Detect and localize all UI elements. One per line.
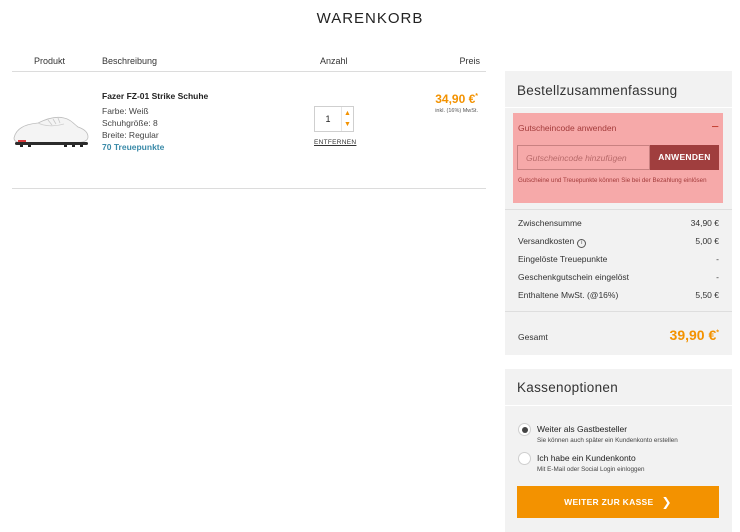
order-summary-panel: Bestellzusammenfassung Gutscheincode anw… [505,71,732,355]
total-value: 39,90 €* [670,327,719,343]
account-login-radio[interactable] [518,452,531,465]
total-amount: 39,90 € [669,327,717,343]
summary-divider [505,209,732,210]
summary-row-shipping: Versandkosten i 5,00 € [518,236,719,248]
cart-header-divider [12,71,486,72]
product-name[interactable]: Fazer FZ-01 Strike Schuhe [102,91,208,101]
coupon-heading[interactable]: Gutscheincode anwenden [518,123,616,133]
proceed-to-checkout-label: WEITER ZUR KASSE [564,497,654,507]
header-quantity: Anzahl [320,56,348,66]
account-login-subtitle: Mit E-Mail oder Social Login einloggen [537,466,645,473]
item-price: 34,90 €* [435,92,478,106]
checkout-options-panel: Kassenoptionen Weiter als Gastbesteller … [505,369,732,532]
product-color: Farbe: Weiß [102,106,149,116]
summary-row-giftcard: Geschenkgutschein eingelöst - [518,272,719,284]
chevron-down-icon[interactable]: ▼ [342,119,353,130]
product-image[interactable] [12,110,90,152]
header-price: Preis [459,56,480,66]
checkout-options-title: Kassenoptionen [517,380,619,395]
summary-row-value: 5,50 € [695,290,719,300]
quantity-value[interactable]: 1 [315,107,341,131]
remove-item-link[interactable]: ENTFERNEN [314,139,356,146]
summary-row-label: Geschenkgutschein eingelöst [518,272,630,282]
apply-coupon-button[interactable]: ANWENDEN [650,145,719,170]
chevron-right-icon: ❯ [661,495,672,509]
summary-row-value: 5,00 € [695,236,719,246]
product-width: Breite: Regular [102,130,159,140]
order-summary-title: Bestellzusammenfassung [517,83,678,98]
proceed-to-checkout-button[interactable]: WEITER ZUR KASSE ❯ [517,486,719,518]
header-product: Produkt [34,56,66,66]
total-label: Gesamt [518,332,548,342]
header-description: Beschreibung [102,56,158,66]
info-icon[interactable]: i [577,239,587,248]
chevron-up-icon[interactable]: ▲ [342,108,353,119]
coupon-section: Gutscheincode anwenden − ANWENDEN Gutsch… [513,113,723,203]
item-price-value: 34,90 € [435,92,476,106]
summary-row-loyalty: Eingelöste Treuepunkte - [518,254,719,266]
item-price-marker: * [475,93,478,100]
summary-row-subtotal: Zwischensumme 34,90 € [518,218,719,230]
product-size: Schuhgröße: 8 [102,118,158,128]
summary-row-vat: Enthaltene MwSt. (@16%) 5,50 € [518,290,719,302]
cart-item-divider [12,188,486,189]
total-marker: * [716,329,719,337]
summary-row-value: 34,90 € [690,218,719,228]
coupon-code-input[interactable] [517,145,650,170]
coupon-note: Gutscheine und Treuepunkte können Sie be… [518,177,707,184]
collapse-minus-icon[interactable]: − [711,119,719,134]
checkout-title-divider [505,405,732,406]
summary-row-label: Zwischensumme [518,218,582,228]
quantity-stepper[interactable]: 1 ▲ ▼ [314,106,354,132]
summary-row-label-wrap: Versandkosten i [518,236,587,248]
order-summary-title-divider [505,107,732,108]
account-login-title[interactable]: Ich habe ein Kundenkonto [537,453,636,463]
summary-row-label: Eingelöste Treuepunkte [518,254,608,264]
guest-checkout-title[interactable]: Weiter als Gastbesteller [537,424,627,434]
item-price-tax-note: inkl. (16%) MwSt. [435,108,478,114]
product-loyalty-points: 70 Treuepunkte [102,142,165,152]
golf-shoe-image [13,116,89,147]
summary-row-value: - [716,272,719,282]
guest-checkout-subtitle: Sie können auch später ein Kundenkonto e… [537,437,678,444]
summary-total-divider [505,311,732,312]
summary-row-value: - [716,254,719,264]
page-title: WARENKORB [316,10,424,27]
summary-row-label: Enthaltene MwSt. (@16%) [518,290,619,300]
cart-header-row: Produkt Beschreibung Anzahl Preis [12,56,486,70]
guest-checkout-radio[interactable] [518,423,531,436]
summary-row-label: Versandkosten [518,236,575,246]
